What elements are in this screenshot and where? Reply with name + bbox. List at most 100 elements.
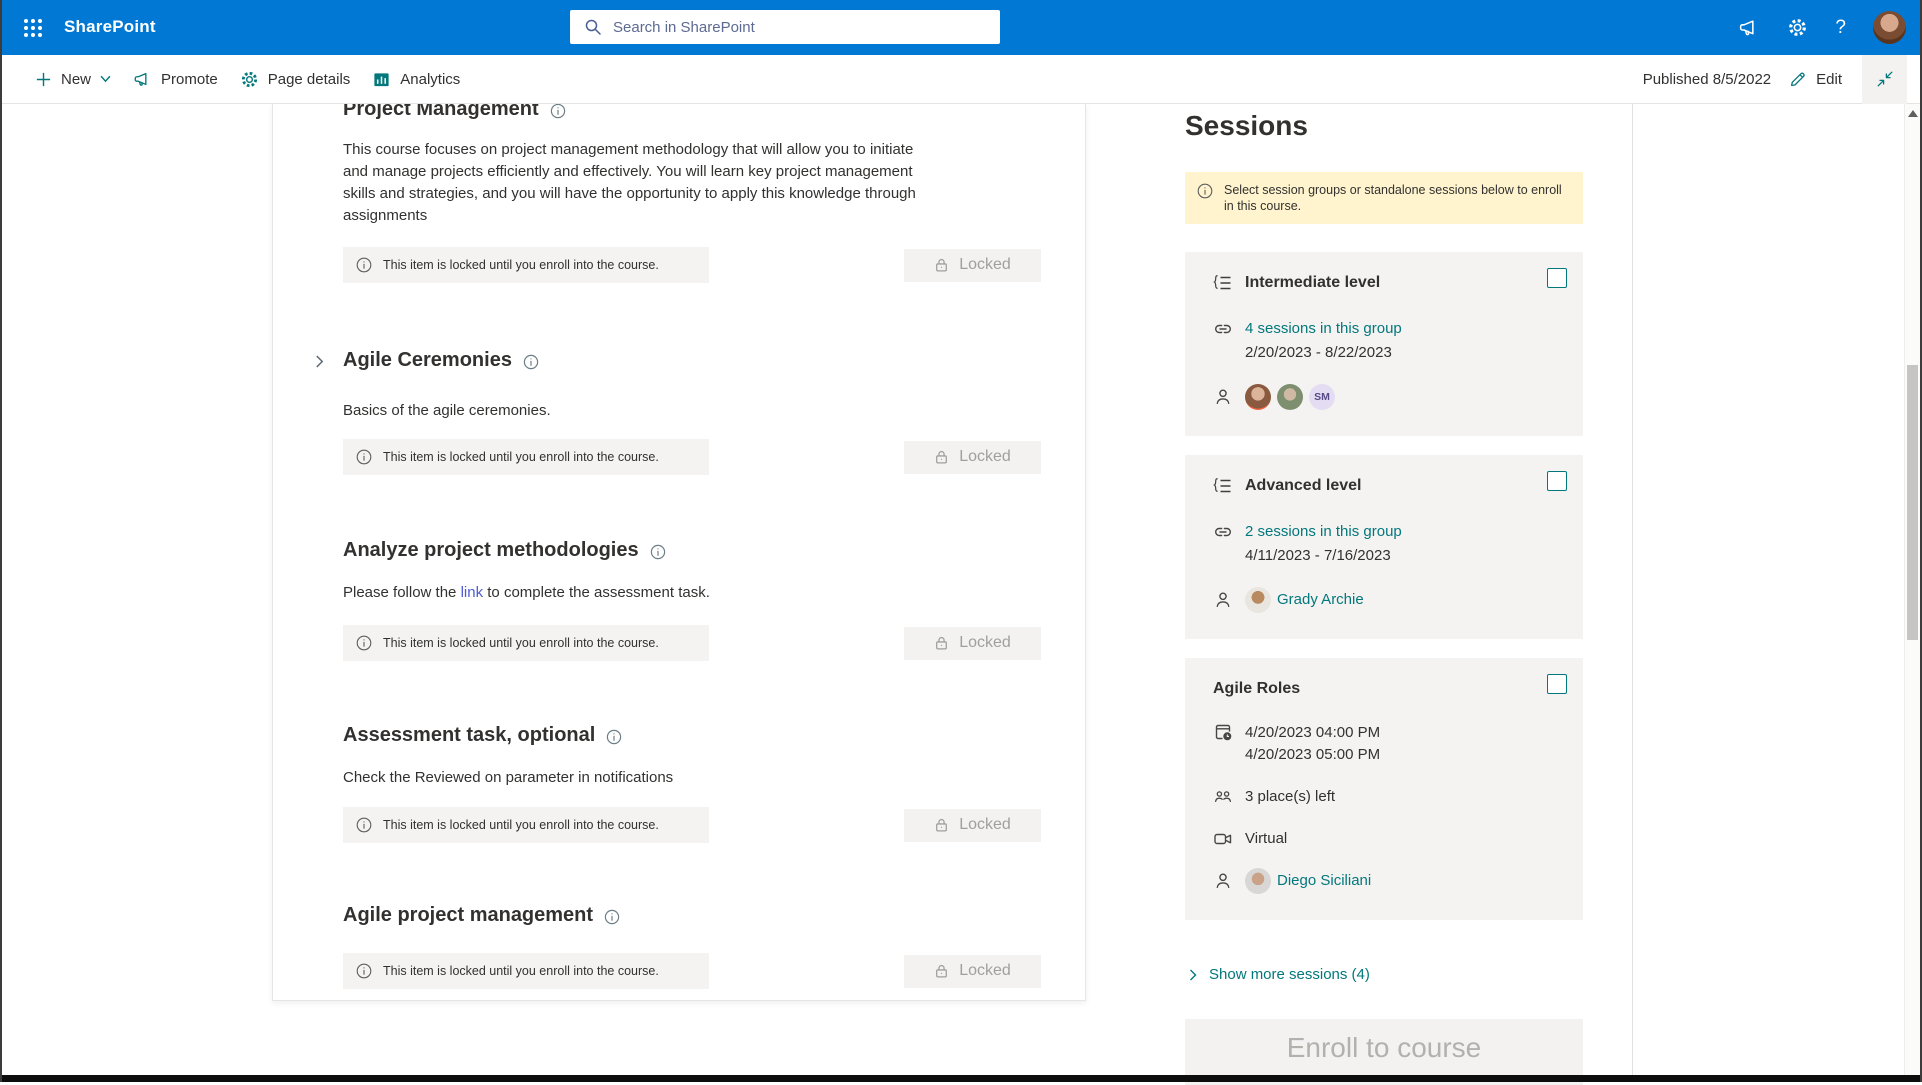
locked-button[interactable]: Locked	[904, 627, 1041, 660]
lock-icon	[934, 817, 949, 833]
locked-button-label: Locked	[959, 448, 1011, 466]
locked-row: This item is locked until you enroll int…	[343, 625, 1041, 661]
info-icon[interactable]	[650, 544, 666, 560]
lock-icon	[934, 635, 949, 651]
locked-button-label: Locked	[959, 634, 1011, 652]
megaphone-icon	[1738, 17, 1760, 39]
gear-icon	[1787, 17, 1808, 38]
gear-icon	[240, 70, 259, 89]
new-button[interactable]: New	[24, 58, 122, 100]
page-details-button[interactable]: Page details	[229, 58, 362, 100]
instructor-name-link[interactable]: Grady Archie	[1277, 589, 1364, 611]
help-icon: ?	[1835, 17, 1846, 39]
instructor-avatar[interactable]	[1245, 868, 1271, 894]
search-input[interactable]	[613, 19, 983, 36]
instructor-avatar-initials[interactable]: SM	[1309, 384, 1335, 410]
info-icon	[1197, 183, 1213, 214]
sessions-in-group-link[interactable]: 4 sessions in this group	[1245, 318, 1402, 340]
locked-button[interactable]: Locked	[904, 441, 1041, 474]
session-group-instructors-row: SM	[1213, 384, 1563, 410]
info-icon	[356, 963, 372, 979]
section-title-text: Project Management	[343, 104, 539, 123]
sessions-panel-title: Sessions	[1185, 110, 1583, 142]
session-group-card-intermediate: Intermediate level 4 sessions in this gr…	[1185, 252, 1583, 436]
suite-header: SharePoint ?	[0, 0, 1922, 55]
edit-button[interactable]: Edit	[1789, 70, 1842, 88]
window-border-left	[0, 0, 2, 1082]
info-icon[interactable]	[606, 729, 622, 745]
chevron-right-icon[interactable]	[315, 355, 324, 368]
instructor-avatar[interactable]	[1277, 384, 1303, 410]
session-header: Agile Roles	[1213, 680, 1563, 698]
description-prefix: Please follow the	[343, 584, 461, 601]
new-button-label: New	[61, 71, 91, 88]
help-button[interactable]: ?	[1835, 17, 1846, 39]
announcements-button[interactable]	[1738, 17, 1760, 39]
sessions-in-group-link[interactable]: 2 sessions in this group	[1245, 521, 1402, 543]
section-title-analyze-project-methodologies: Analyze project methodologies	[343, 537, 1041, 564]
page-scrollbar[interactable]	[1904, 104, 1920, 1075]
scrollbar-thumb[interactable]	[1907, 365, 1918, 640]
suite-header-actions: ?	[1738, 0, 1906, 55]
session-datetime-row: 4/20/2023 04:00 PM 4/20/2023 05:00 PM	[1213, 722, 1563, 766]
chevron-down-icon	[100, 75, 111, 83]
chevron-right-icon	[1189, 969, 1197, 981]
section-title-text: Analyze project methodologies	[343, 537, 639, 564]
link-icon	[1213, 319, 1233, 339]
people-icon	[1213, 787, 1233, 807]
sessions-info-banner: Select session groups or standalone sess…	[1185, 172, 1583, 224]
section-title-text: Agile project management	[343, 902, 593, 929]
locked-row: This item is locked until you enroll int…	[343, 247, 1041, 283]
locked-message-bar: This item is locked until you enroll int…	[343, 625, 709, 661]
session-datetime: 4/20/2023 04:00 PM 4/20/2023 05:00 PM	[1245, 722, 1380, 766]
locked-button[interactable]: Locked	[904, 809, 1041, 842]
section-title-text: Agile Ceremonies	[343, 347, 512, 374]
instructor-avatar[interactable]	[1245, 384, 1271, 410]
analytics-button[interactable]: Analytics	[361, 58, 471, 100]
assessment-link[interactable]: link	[461, 584, 484, 601]
info-icon[interactable]	[550, 104, 566, 119]
section-description: Please follow the link to complete the a…	[343, 582, 921, 604]
locked-button[interactable]: Locked	[904, 955, 1041, 988]
session-group-checkbox[interactable]	[1547, 268, 1567, 288]
locked-message: This item is locked until you enroll int…	[383, 818, 659, 832]
info-icon[interactable]	[604, 909, 620, 925]
search-icon	[584, 18, 602, 36]
locked-message-bar: This item is locked until you enroll int…	[343, 807, 709, 843]
page-details-button-label: Page details	[268, 71, 351, 88]
app-launcher-waffle-icon[interactable]	[10, 0, 56, 55]
link-icon	[1213, 522, 1233, 542]
instructor-name-link[interactable]: Diego Siciliani	[1277, 870, 1371, 892]
locked-button[interactable]: Locked	[904, 249, 1041, 282]
account-avatar[interactable]	[1873, 11, 1906, 44]
scrollbar-up-arrow[interactable]	[1908, 110, 1918, 117]
locked-row: This item is locked until you enroll int…	[343, 439, 1041, 475]
info-icon[interactable]	[523, 354, 539, 370]
promote-button[interactable]: Promote	[122, 58, 229, 100]
suite-search-box[interactable]	[570, 10, 1000, 44]
megaphone-icon	[133, 70, 152, 89]
session-group-instructors-row: Grady Archie	[1213, 587, 1563, 613]
session-end: 4/20/2023 05:00 PM	[1245, 744, 1380, 766]
session-checkbox[interactable]	[1547, 674, 1567, 694]
session-group-card-advanced: Advanced level 2 sessions in this group …	[1185, 455, 1583, 639]
session-group-checkbox[interactable]	[1547, 471, 1567, 491]
locked-message-bar: This item is locked until you enroll int…	[343, 953, 709, 989]
instructor-avatars: Grady Archie	[1245, 587, 1364, 613]
video-camera-icon	[1213, 829, 1233, 849]
show-more-sessions-link[interactable]: Show more sessions (4)	[1189, 966, 1583, 983]
instructor-avatar[interactable]	[1245, 587, 1271, 613]
settings-button[interactable]	[1787, 17, 1808, 38]
lock-icon	[934, 257, 949, 273]
command-bar-right: Published 8/5/2022 Edit	[1643, 55, 1922, 104]
info-icon	[356, 449, 372, 465]
locked-message: This item is locked until you enroll int…	[383, 258, 659, 272]
info-icon	[356, 257, 372, 273]
session-group-name: Intermediate level	[1245, 274, 1380, 292]
section-description: Check the Reviewed on parameter in notif…	[343, 767, 921, 789]
published-status: Published 8/5/2022	[1643, 71, 1771, 88]
session-location-row: Virtual	[1213, 828, 1563, 850]
collapse-page-width-button[interactable]	[1862, 55, 1907, 104]
app-title[interactable]: SharePoint	[64, 17, 156, 37]
session-instructor-row: Diego Siciliani	[1213, 868, 1563, 894]
